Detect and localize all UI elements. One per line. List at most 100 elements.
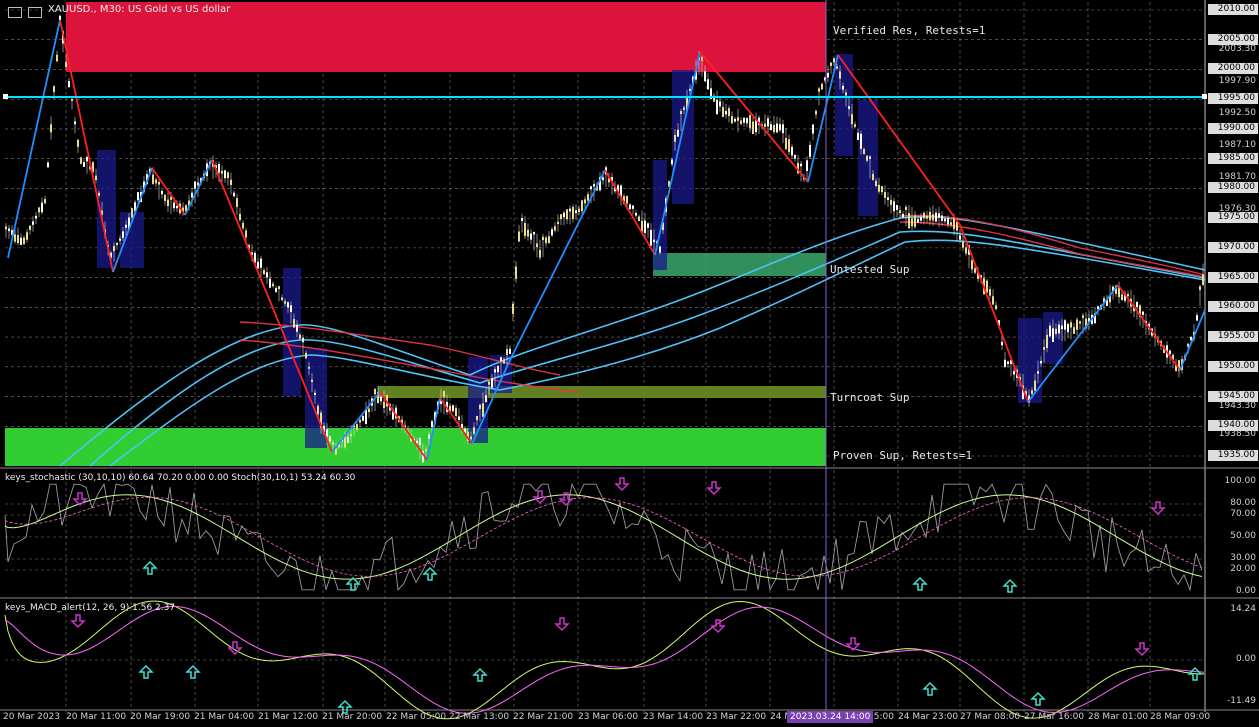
candle-body xyxy=(962,241,964,248)
candle-body xyxy=(944,218,946,222)
candle-body xyxy=(221,170,223,174)
time-label: 22 Mar 05:00 xyxy=(386,712,447,722)
macd-level-label: 0.00 xyxy=(1235,654,1256,664)
candle-body xyxy=(494,369,496,373)
price-label: 1935.00 xyxy=(1208,450,1258,461)
candle-body xyxy=(536,243,538,248)
candle-body xyxy=(524,222,526,237)
candle-body xyxy=(593,184,595,187)
price-label: 1955.00 xyxy=(1208,331,1258,343)
candle-body xyxy=(809,144,811,157)
candle-body xyxy=(917,219,919,223)
candle-body xyxy=(452,405,454,412)
candle-body xyxy=(167,199,169,206)
candle-body xyxy=(161,190,163,195)
candle-body xyxy=(788,139,790,153)
candle-body xyxy=(296,324,298,332)
time-label: 22 Mar 13:00 xyxy=(449,712,510,722)
price-label: 1995.00 xyxy=(1208,93,1258,105)
candle-body xyxy=(332,442,334,445)
candle-body xyxy=(137,192,139,201)
candle-body xyxy=(854,124,856,127)
candle-body xyxy=(881,186,883,193)
zone-label-verified-res: Verified Res, Retests=1 xyxy=(833,24,986,37)
candle-body xyxy=(347,436,349,443)
candle-body xyxy=(1169,350,1171,354)
stoch-level-label: 100.00 xyxy=(1224,476,1257,486)
candle-body xyxy=(227,172,229,179)
candle-body xyxy=(887,197,889,200)
candle-body xyxy=(539,249,541,258)
price-label: 2003.30 xyxy=(1218,43,1256,54)
time-label: 20 Mar 11:00 xyxy=(66,712,127,722)
candle-body xyxy=(299,334,301,339)
candle-body xyxy=(716,99,718,115)
candle-body xyxy=(566,209,568,220)
candle-body xyxy=(1055,328,1057,334)
candle-body xyxy=(485,395,487,402)
candle-body xyxy=(224,170,226,179)
candle-body xyxy=(677,129,679,137)
candle-body xyxy=(875,180,877,187)
candle-body xyxy=(1046,334,1048,349)
chart-menu-icon[interactable] xyxy=(8,7,22,18)
candle-body xyxy=(986,280,988,293)
candle-body xyxy=(515,266,517,279)
candle-body xyxy=(548,236,550,244)
candle-body xyxy=(1142,311,1144,315)
candle-body xyxy=(1007,361,1009,364)
candle-body xyxy=(752,121,754,135)
time-label: 24 Mar 23:00 xyxy=(898,712,959,722)
zone-label-turncoat-sup: Turncoat Sup xyxy=(830,391,910,404)
candle-body xyxy=(329,436,331,442)
stoch-level-label: 50.00 xyxy=(1230,531,1256,541)
candle-body xyxy=(782,124,784,134)
resistance-line-handle-left[interactable] xyxy=(3,94,8,99)
candle-body xyxy=(581,200,583,212)
candle-body xyxy=(902,213,904,218)
candle-body xyxy=(941,215,943,221)
candle-body xyxy=(458,416,460,421)
candle-body xyxy=(644,220,646,233)
candle-body xyxy=(584,199,586,204)
candle-body xyxy=(707,79,709,90)
candle-body xyxy=(1127,294,1129,297)
candle-body xyxy=(419,437,421,446)
candle-body xyxy=(794,154,796,159)
candle-body xyxy=(926,215,928,219)
candle-body xyxy=(755,120,757,133)
candle-body xyxy=(905,206,907,210)
candle-body xyxy=(869,156,871,159)
candle-body xyxy=(893,201,895,212)
candle-body xyxy=(638,216,640,222)
candle-body xyxy=(218,163,220,173)
candle-body xyxy=(626,195,628,204)
candle-body xyxy=(653,239,655,243)
candle-body xyxy=(41,202,43,213)
candle-body xyxy=(647,223,649,228)
candle-body xyxy=(554,226,556,231)
candle-body xyxy=(266,272,268,278)
candle-body xyxy=(479,404,481,410)
chart-canvas[interactable] xyxy=(0,0,1259,727)
chart-grid-icon[interactable] xyxy=(28,7,42,18)
candle-body xyxy=(629,204,631,210)
candle-body xyxy=(764,123,766,128)
candle-body xyxy=(602,177,604,181)
candle-body xyxy=(776,123,778,133)
candle-body xyxy=(359,419,361,423)
candle-body xyxy=(431,421,433,428)
zone-turncoat-sup xyxy=(378,386,826,398)
candle-body xyxy=(302,337,304,343)
candle-body xyxy=(269,278,271,288)
candle-body xyxy=(17,235,19,244)
candle-body xyxy=(68,81,70,88)
price-label: 1938.50 xyxy=(1218,429,1256,440)
candle-body xyxy=(158,182,160,185)
candle-body xyxy=(557,221,559,225)
candle-body xyxy=(551,229,553,236)
candle-body xyxy=(131,208,133,218)
resistance-line-handle-right[interactable] xyxy=(1202,94,1207,99)
candle-body xyxy=(740,120,742,124)
candle-body xyxy=(344,436,346,448)
